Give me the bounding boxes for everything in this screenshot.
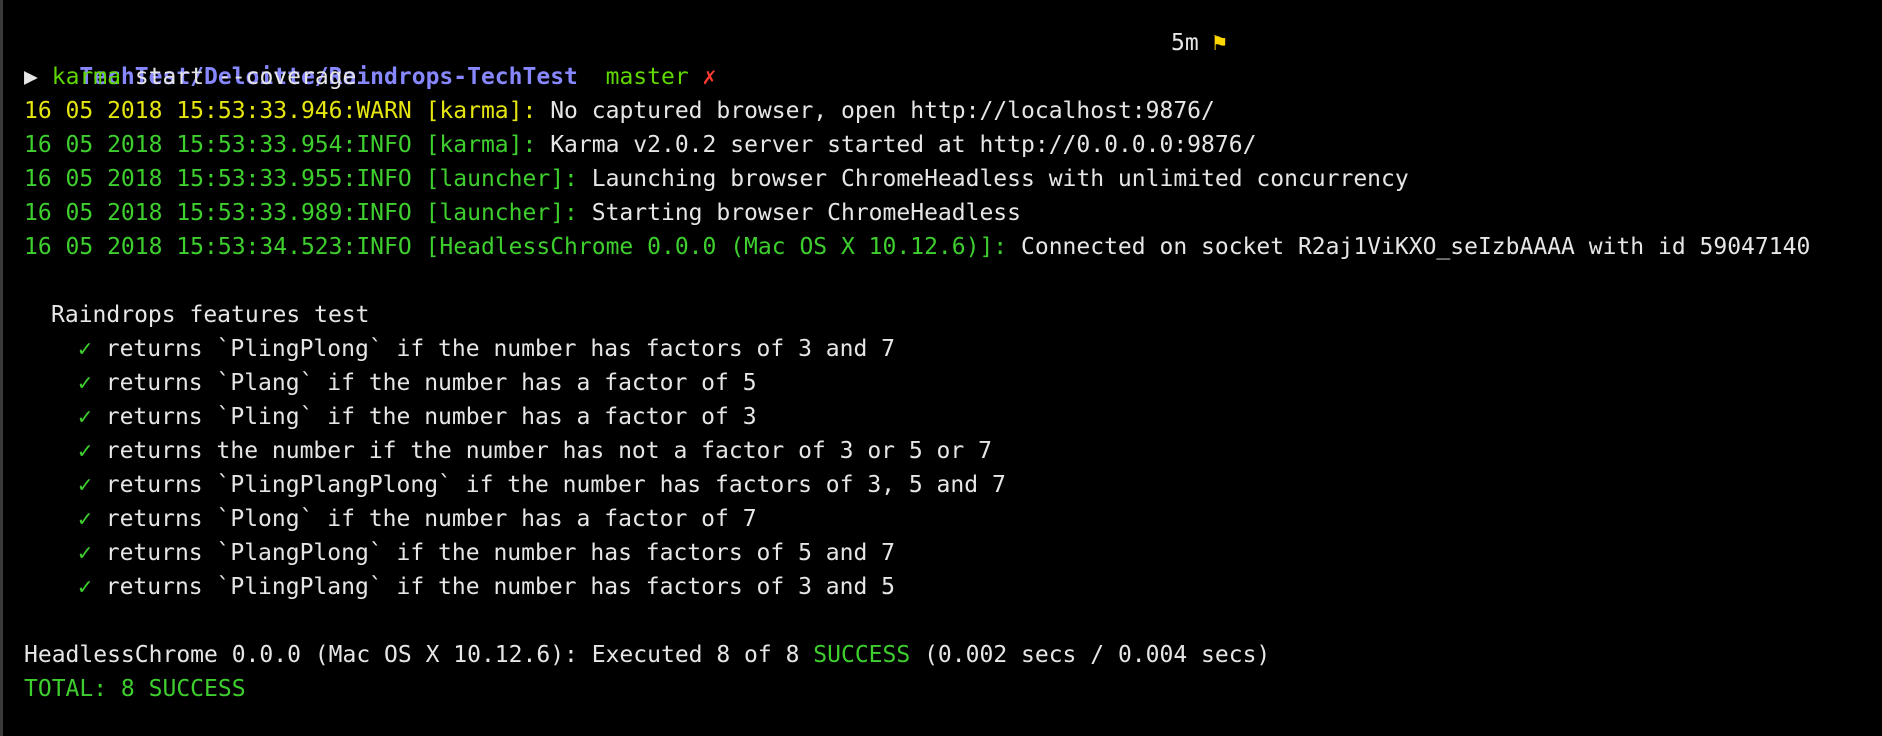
- test-description: returns `PlingPlang` if the number has f…: [105, 574, 896, 600]
- summary-line: HeadlessChrome 0.0.0 (Mac OS X 10.12.6):…: [24, 638, 1882, 672]
- log-message: No captured browser, open http://localho…: [536, 98, 1215, 124]
- prompt-arrow-icon: ▶: [24, 64, 38, 90]
- command-name: karma: [51, 64, 121, 90]
- log-line-info: 16 05 2018 15:53:33.989:INFO [launcher]:…: [24, 196, 1882, 230]
- summary-success: SUCCESS: [813, 642, 911, 668]
- command-args: start --coverage: [120, 64, 357, 90]
- check-icon: ✓: [78, 336, 92, 362]
- test-result: ✓ returns `Plang` if the number has a fa…: [24, 366, 1882, 400]
- log-message: Launching browser ChromeHeadless with un…: [577, 166, 1409, 192]
- window-left-edge: [0, 0, 3, 736]
- elapsed-time-value: 5m: [1171, 30, 1199, 56]
- test-description: returns `PlangPlong` if the number has f…: [105, 540, 896, 566]
- test-description: returns `Pling` if the number has a fact…: [105, 404, 757, 430]
- log-message: Starting browser ChromeHeadless: [577, 200, 1021, 226]
- test-result: ✓ returns `PlingPlangPlong` if the numbe…: [24, 468, 1882, 502]
- test-description: returns `PlingPlangPlong` if the number …: [105, 472, 1006, 498]
- test-result: ✓ returns `PlingPlong` if the number has…: [24, 332, 1882, 366]
- prompt-line: TechTest/Deloitte/Raindrops-TechTest mas…: [24, 26, 1882, 90]
- check-icon: ✓: [78, 574, 92, 600]
- log-prefix: 16 05 2018 15:53:34.523:INFO [HeadlessCh…: [24, 234, 1008, 260]
- check-icon: ✓: [78, 438, 92, 464]
- total-line: TOTAL: 8 SUCCESS: [24, 676, 246, 702]
- check-icon: ✓: [78, 472, 92, 498]
- test-result: ✓ returns `Plong` if the number has a fa…: [24, 502, 1882, 536]
- flag-icon: ⚑: [1212, 30, 1227, 56]
- check-icon: ✓: [78, 370, 92, 396]
- log-prefix: 16 05 2018 15:53:33.989:INFO [launcher]:: [24, 200, 578, 226]
- test-description: returns `PlingPlong` if the number has f…: [105, 336, 896, 362]
- elapsed-time: 5m ⚑: [1171, 26, 1226, 60]
- suite-title: Raindrops features test: [51, 302, 370, 328]
- test-description: returns the number if the number has not…: [105, 438, 992, 464]
- log-message: Karma v2.0.2 server started at http://0.…: [536, 132, 1257, 158]
- test-description: returns `Plong` if the number has a fact…: [105, 506, 757, 532]
- check-icon: ✓: [78, 404, 92, 430]
- log-line-info: 16 05 2018 15:53:34.523:INFO [HeadlessCh…: [24, 230, 1882, 264]
- terminal-output[interactable]: TechTest/Deloitte/Raindrops-TechTest mas…: [24, 26, 1882, 706]
- log-line-info: 16 05 2018 15:53:33.954:INFO [karma]: Ka…: [24, 128, 1882, 162]
- command-line: ▶ karma start --coverage: [24, 60, 1882, 94]
- check-icon: ✓: [78, 506, 92, 532]
- check-icon: ✓: [78, 540, 92, 566]
- log-message: Connected on socket R2aj1ViKXO_seIzbAAAA…: [1007, 234, 1811, 260]
- test-description: returns `Plang` if the number has a fact…: [105, 370, 757, 396]
- test-result: ✓ returns `PlangPlong` if the number has…: [24, 536, 1882, 570]
- test-result: ✓ returns `PlingPlang` if the number has…: [24, 570, 1882, 604]
- log-prefix: 16 05 2018 15:53:33.955:INFO [launcher]:: [24, 166, 578, 192]
- test-result: ✓ returns `Pling` if the number has a fa…: [24, 400, 1882, 434]
- log-prefix: 16 05 2018 15:53:33.946:WARN [karma]:: [24, 98, 537, 124]
- log-prefix: 16 05 2018 15:53:33.954:INFO [karma]:: [24, 132, 537, 158]
- summary-timing: (0.002 secs / 0.004 secs): [910, 642, 1271, 668]
- summary-executed: HeadlessChrome 0.0.0 (Mac OS X 10.12.6):…: [24, 642, 814, 668]
- log-line-info: 16 05 2018 15:53:33.955:INFO [launcher]:…: [24, 162, 1882, 196]
- test-result: ✓ returns the number if the number has n…: [24, 434, 1882, 468]
- log-line-warn: 16 05 2018 15:53:33.946:WARN [karma]: No…: [24, 94, 1882, 128]
